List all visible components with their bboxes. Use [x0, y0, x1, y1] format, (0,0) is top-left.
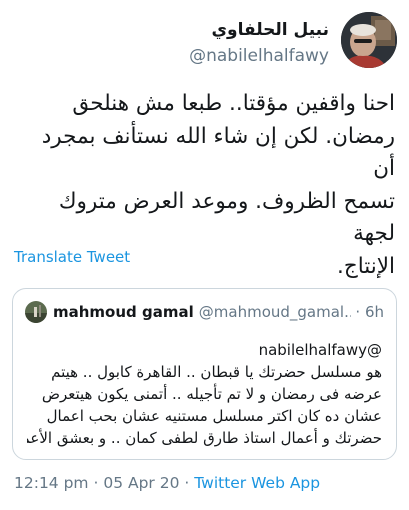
- tweet-time[interactable]: 12:14 pm: [14, 474, 89, 492]
- quoted-tweet-time[interactable]: · 6h: [355, 303, 384, 321]
- quoted-text-line: حضرتك و أعمال استاذ طارق لطفى كمان .. و …: [27, 429, 382, 447]
- quoted-author-avatar[interactable]: [25, 301, 47, 323]
- meta-separator: ·: [179, 474, 195, 492]
- quoted-author-name[interactable]: mahmoud gamal: [53, 303, 194, 321]
- quoted-tweet[interactable]: mahmoud gamal @mahmoud_gamal... · 6h @na…: [12, 288, 397, 460]
- tweet-header: نبيل الحلفاوي @nabilelhalfawy: [0, 12, 409, 76]
- quoted-text-line: عرضه فى رمضان و لا تم تأجيله .. أتمنى يك…: [41, 385, 382, 403]
- tweet-text-line: تسمح الظروف. وموعد العرض متروك لجهة: [58, 188, 395, 247]
- quoted-tweet-text: @nabilelhalfawy هو مسلسل حضرتك يا قبطان …: [27, 339, 382, 449]
- tweet-source-app[interactable]: Twitter Web App: [194, 474, 320, 492]
- tweet-text-line: رمضان. لكن إن شاء الله نستأنف بمجرد أن: [41, 123, 395, 182]
- author-display-name[interactable]: نبيل الحلفاوي: [189, 18, 329, 42]
- author-handle[interactable]: @nabilelhalfawy: [189, 44, 329, 68]
- author-avatar[interactable]: [341, 12, 397, 68]
- quoted-author-handle[interactable]: @mahmoud_gamal...: [199, 303, 352, 321]
- quoted-author-avatar-image: [25, 301, 47, 323]
- quoted-mention[interactable]: @nabilelhalfawy: [27, 339, 382, 361]
- translate-tweet-link[interactable]: Translate Tweet: [14, 248, 130, 266]
- quoted-tweet-header: mahmoud gamal @mahmoud_gamal... · 6h: [25, 301, 384, 323]
- author-avatar-image: [341, 12, 397, 68]
- tweet-meta: 12:14 pm · 05 Apr 20 · Twitter Web App: [14, 474, 320, 492]
- meta-separator: ·: [88, 474, 104, 492]
- quoted-text-line: عشان ده كان اكتر مسلسل مستنيه عشان بحب ا…: [46, 407, 382, 425]
- tweet-date[interactable]: 05 Apr 20: [103, 474, 179, 492]
- tweet-text-line: احنا واقفين مؤقتا.. طبعا مش هنلحق: [72, 91, 395, 116]
- quoted-text-line: هو مسلسل حضرتك يا قبطان .. القاهرة كابول…: [51, 363, 382, 381]
